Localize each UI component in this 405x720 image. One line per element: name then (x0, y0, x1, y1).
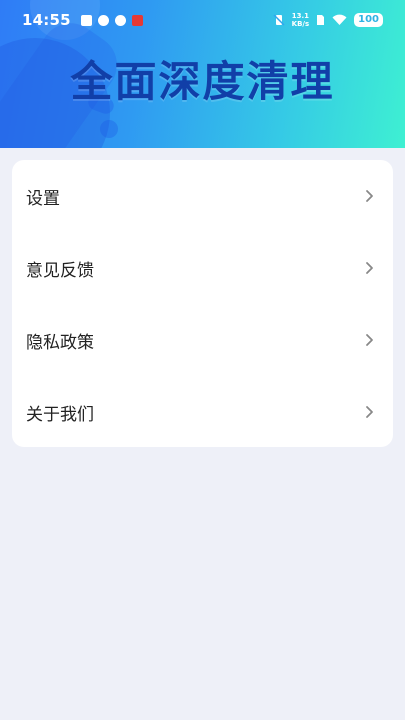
chevron-right-icon (359, 186, 379, 206)
wifi-icon (332, 14, 347, 25)
network-speed-value: 13.1 (291, 12, 310, 20)
clock: 14:55 (22, 11, 71, 29)
header-banner: 14:55 13.1 KB/s 100 全面深度清理 (0, 0, 405, 148)
menu-item-privacy-policy[interactable]: 隐私政策 (12, 304, 393, 376)
app-notification-icon (97, 14, 109, 26)
menu-item-about-us[interactable]: 关于我们 (12, 376, 393, 447)
page-title: 全面深度清理 (70, 57, 335, 106)
menu-item-label: 隐私政策 (26, 332, 94, 353)
vibrate-off-icon (273, 14, 285, 26)
network-speed-unit: KB/s (291, 20, 310, 28)
decorative-dot (100, 120, 118, 138)
status-bar: 14:55 13.1 KB/s 100 (0, 0, 405, 40)
clipboard-icon (80, 14, 92, 26)
menu-item-feedback[interactable]: 意见反馈 (12, 232, 393, 304)
notification-icons (80, 14, 143, 26)
menu-item-settings[interactable]: 设置 (12, 160, 393, 232)
battery-indicator: 100 (354, 13, 383, 27)
network-speed: 13.1 KB/s (292, 12, 309, 28)
sim-icon (317, 15, 325, 25)
menu-item-label: 关于我们 (26, 404, 94, 425)
settings-menu-card: 设置 意见反馈 隐私政策 关于我们 (12, 160, 393, 447)
chevron-right-icon (359, 258, 379, 278)
system-status-icons: 13.1 KB/s 100 (273, 12, 383, 28)
play-icon (114, 14, 126, 26)
menu-item-label: 设置 (26, 188, 60, 209)
menu-item-label: 意见反馈 (26, 260, 94, 281)
chevron-right-icon (359, 402, 379, 422)
chevron-right-icon (359, 330, 379, 350)
app-badge-icon (131, 14, 143, 26)
